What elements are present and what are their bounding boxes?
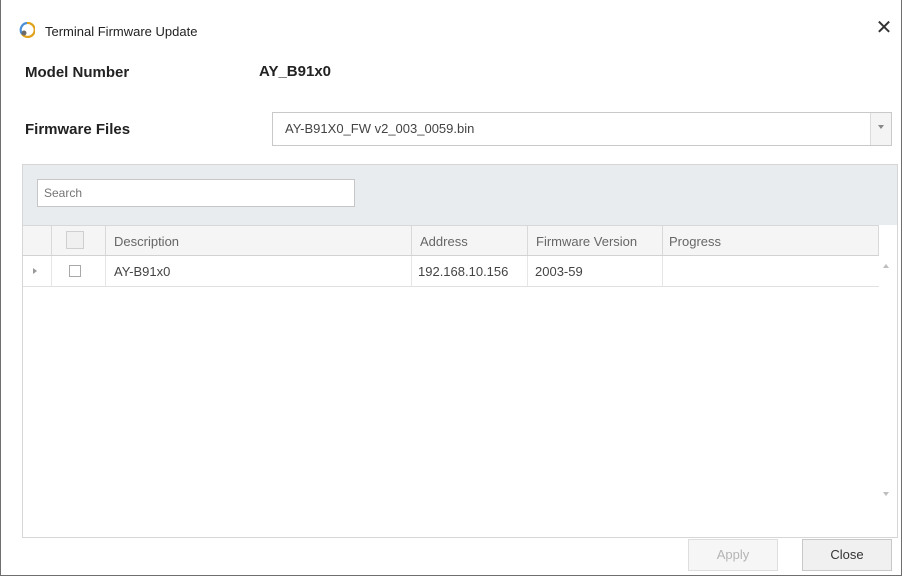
firmware-update-icon (19, 21, 36, 39)
chevron-down-icon (878, 125, 884, 129)
apply-button[interactable]: Apply (688, 539, 778, 571)
row-checkbox[interactable] (69, 265, 81, 277)
search-panel (23, 165, 897, 225)
dialog-window: Terminal Firmware Update ✕ Model Number … (0, 0, 902, 576)
row-address: 192.168.10.156 (418, 264, 509, 279)
title-bar: Terminal Firmware Update ✕ (1, 0, 901, 40)
close-icon[interactable]: ✕ (873, 18, 895, 38)
row-description: AY-B91x0 (114, 264, 171, 279)
header-indicator-column (23, 226, 52, 255)
row-description-cell: AY-B91x0 (106, 256, 412, 286)
model-number-value: AY_B91x0 (259, 63, 332, 80)
close-button[interactable]: Close (802, 539, 892, 571)
search-input[interactable] (37, 179, 355, 207)
column-header-firmware-version-label: Firmware Version (536, 234, 638, 249)
model-number-label: Model Number (25, 64, 130, 81)
grid-header-row: Description Address Firmware Version Pro… (23, 225, 879, 256)
table-row[interactable]: AY-B91x0 192.168.10.156 2003-59 (23, 256, 879, 287)
row-firmware-version: 2003-59 (535, 264, 583, 279)
select-all-checkbox[interactable] (66, 231, 84, 249)
column-header-progress[interactable]: Progress (663, 226, 879, 255)
dropdown-button[interactable] (870, 113, 891, 145)
column-header-description[interactable]: Description (106, 226, 412, 255)
column-header-firmware-version[interactable]: Firmware Version (528, 226, 663, 255)
device-grid: Description Address Firmware Version Pro… (22, 164, 898, 538)
window-title: Terminal Firmware Update (45, 24, 198, 39)
row-indicator-cell (23, 256, 52, 286)
scroll-up-icon[interactable] (883, 264, 889, 268)
header-select-column (52, 226, 106, 255)
firmware-files-select[interactable]: AY-B91X0_FW v2_003_0059.bin (272, 112, 892, 146)
row-address-cell: 192.168.10.156 (412, 256, 528, 286)
vertical-scrollbar[interactable] (877, 256, 897, 496)
row-select-cell (52, 256, 106, 286)
firmware-files-label: Firmware Files (25, 121, 131, 138)
scroll-down-icon[interactable] (883, 492, 889, 496)
column-header-address[interactable]: Address (412, 226, 528, 255)
firmware-files-selected-value: AY-B91X0_FW v2_003_0059.bin (285, 121, 475, 136)
column-header-progress-label: Progress (669, 234, 722, 249)
column-header-description-label: Description (114, 234, 180, 249)
row-firmware-version-cell: 2003-59 (528, 256, 663, 286)
row-progress-cell (663, 256, 879, 286)
column-header-address-label: Address (420, 234, 468, 249)
